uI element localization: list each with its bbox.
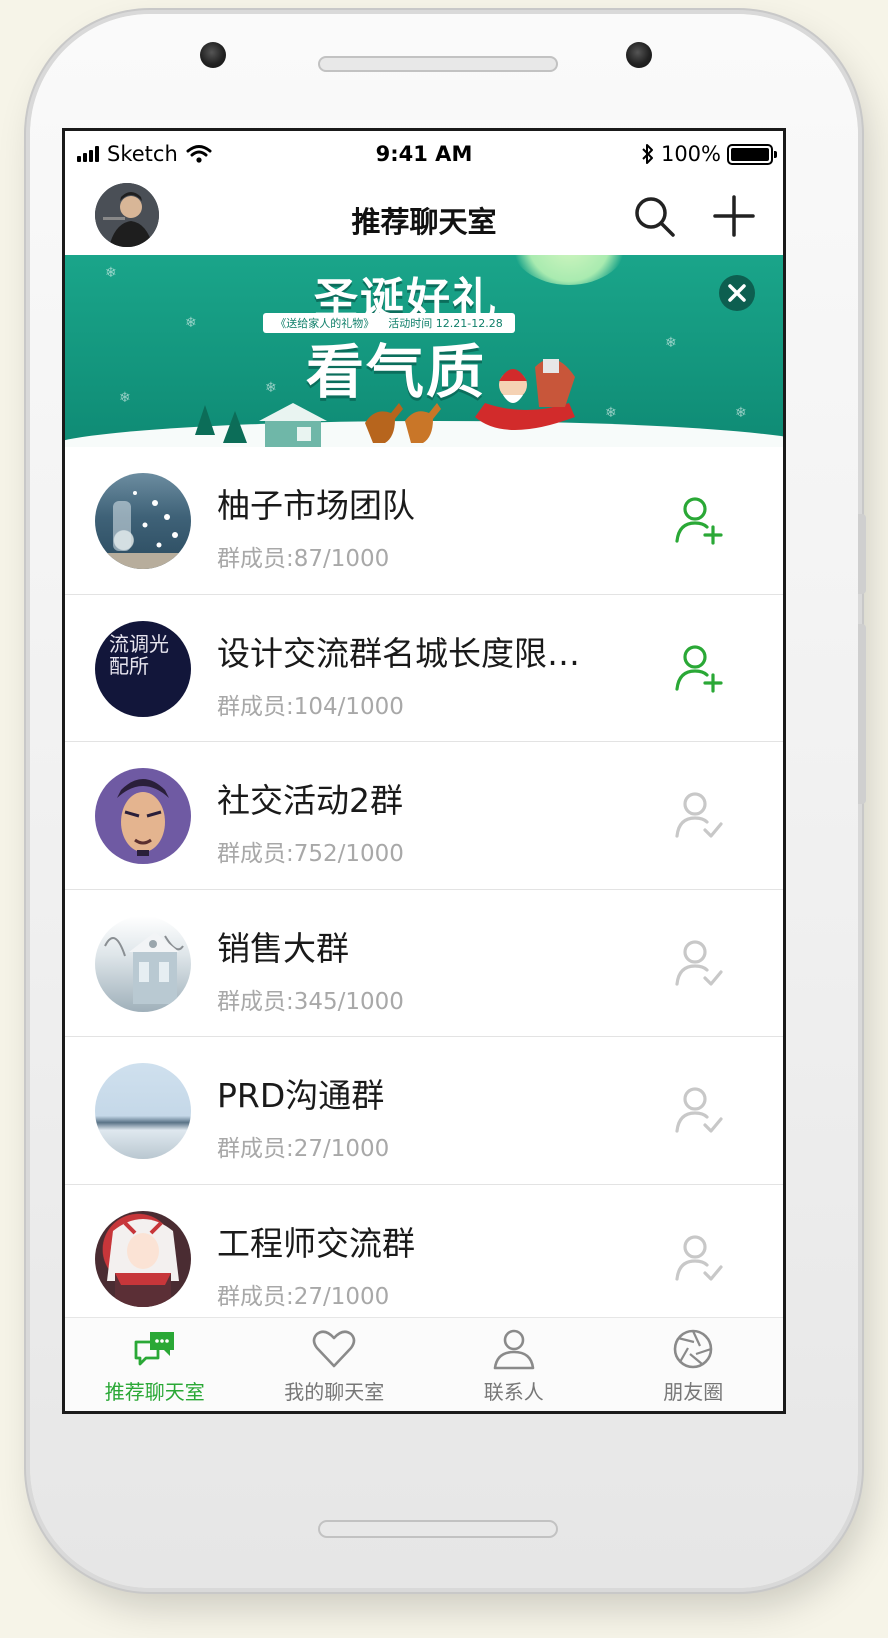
volume-button (858, 514, 866, 594)
room-member-count: 群成员:752/1000 (217, 841, 404, 867)
tab-recommended-rooms[interactable]: 推荐聊天室 (65, 1318, 245, 1411)
aperture-icon (673, 1329, 713, 1369)
reindeer-icon (365, 403, 441, 443)
tab-label: 朋友圈 (663, 1380, 724, 1404)
room-name: 社交活动2群 (217, 781, 403, 820)
front-camera (200, 42, 226, 68)
list-item[interactable]: 流调光配所 设计交流群名城长度限… 群成员:104/1000 (65, 594, 783, 742)
joined-user-icon[interactable] (673, 936, 727, 990)
tab-label: 联系人 (483, 1380, 544, 1404)
santa-sleigh-icon (475, 359, 575, 430)
cartoon-face-icon (117, 779, 169, 856)
room-name: 设计交流群名城长度限… (217, 633, 580, 673)
carrier-label: Sketch (107, 142, 178, 166)
battery-icon (727, 143, 777, 165)
room-name: 柚子市场团队 (217, 486, 415, 525)
battery-percent: 100% (660, 142, 721, 166)
wifi-icon (186, 145, 212, 163)
list-item[interactable]: PRD沟通群 群成员:27/1000 (65, 1037, 783, 1185)
home-bar (318, 1520, 558, 1538)
house-icon (259, 403, 327, 447)
status-bar: Sketch 9:41 AM 100% (65, 131, 783, 177)
room-name: 工程师交流群 (217, 1223, 415, 1263)
app-screen: Sketch 9:41 AM 100% 推荐聊天室 ❄ ❄ ❄ ❄ ❄ ❄ ❄ … (62, 128, 786, 1414)
list-item[interactable]: 工程师交流群 群成员:27/1000 (65, 1184, 783, 1332)
room-member-count: 群成员:27/1000 (217, 1283, 390, 1310)
room-avatar: 流调光配所 (95, 620, 191, 717)
room-member-count: 群成员:27/1000 (217, 1136, 390, 1162)
snowy-house-icon (104, 931, 184, 1004)
tab-moments[interactable]: 朋友圈 (604, 1318, 784, 1411)
search-icon[interactable] (631, 193, 677, 239)
room-member-count: 群成员:104/1000 (217, 693, 404, 720)
list-item[interactable]: 销售大群 群成员:345/1000 (65, 889, 783, 1037)
chat-bubbles-icon (134, 1332, 174, 1366)
room-name: 销售大群 (217, 928, 349, 968)
tab-label: 我的聊天室 (284, 1380, 385, 1404)
tab-contacts[interactable]: 联系人 (424, 1318, 604, 1411)
chat-room-list: 柚子市场团队 群成员:87/1000 流调光配所 设计交流群名城长度限… 群成员… (65, 447, 783, 1332)
power-button (858, 624, 866, 804)
person-icon (493, 1329, 535, 1370)
plus-icon[interactable] (711, 193, 757, 239)
bluetooth-icon (642, 144, 653, 164)
room-avatar (95, 915, 191, 1012)
tab-my-rooms[interactable]: 我的聊天室 (245, 1318, 425, 1411)
joined-user-icon[interactable] (673, 1083, 727, 1137)
moon-decoration (509, 255, 629, 285)
bottom-tab-bar: 推荐聊天室 我的聊天室 联系人 朋友圈 (65, 1317, 784, 1411)
banner-close-button[interactable] (719, 275, 755, 311)
avatar-calligraphy-text: 流调光配所 (109, 631, 169, 678)
signal-icon (77, 146, 99, 162)
room-name: PRD沟通群 (217, 1076, 385, 1115)
room-avatar (95, 1210, 191, 1307)
user-avatar[interactable] (95, 183, 159, 247)
room-member-count: 群成员:345/1000 (217, 988, 404, 1015)
christmas-promo-banner[interactable]: ❄ ❄ ❄ ❄ ❄ ❄ ❄ 圣诞好礼 《送给家人的礼物》 活动时间 12.21-… (65, 255, 783, 447)
joined-user-icon[interactable] (673, 788, 727, 842)
room-avatar (95, 473, 191, 569)
avatar-portrait-icon (95, 183, 159, 247)
tab-label: 推荐聊天室 (104, 1380, 205, 1404)
pine-trees-icon (195, 405, 247, 443)
add-user-icon[interactable] (673, 641, 727, 695)
joined-user-icon[interactable] (673, 1231, 727, 1285)
sea-photo-icon (95, 491, 191, 569)
earpiece-speaker (318, 56, 558, 72)
list-item[interactable]: 柚子市场团队 群成员:87/1000 (65, 447, 783, 595)
anime-character-icon (107, 1218, 179, 1307)
navigation-bar: 推荐聊天室 (65, 177, 783, 255)
list-item[interactable]: 社交活动2群 群成员:752/1000 (65, 742, 783, 890)
close-icon (728, 284, 746, 302)
room-avatar (95, 1063, 191, 1159)
room-member-count: 群成员:87/1000 (217, 546, 390, 572)
heart-icon (312, 1330, 356, 1368)
add-user-icon[interactable] (673, 493, 727, 547)
sensor (626, 42, 652, 68)
room-avatar (95, 768, 191, 864)
